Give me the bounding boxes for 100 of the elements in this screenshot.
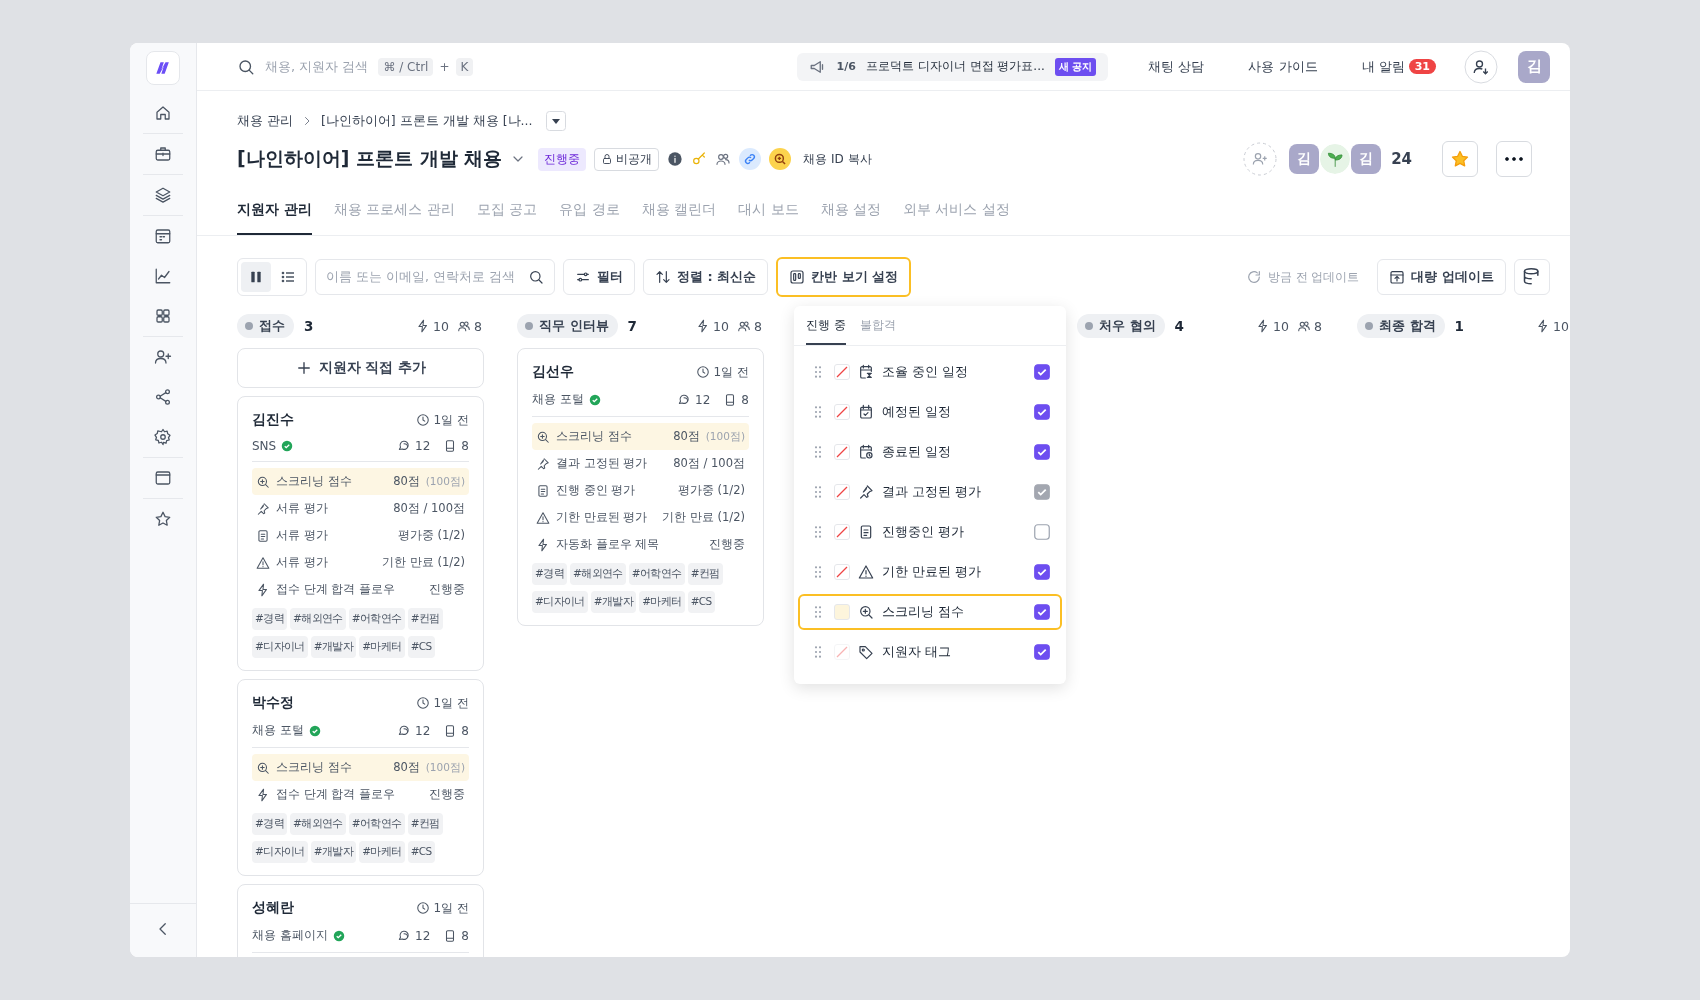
checkbox[interactable] (1034, 444, 1050, 460)
setting-row[interactable]: 진행중인 평가 (798, 514, 1062, 550)
tag-chip: #개발자 (590, 591, 637, 613)
tag-chip: #CS (407, 841, 435, 863)
checkbox[interactable] (1034, 564, 1050, 580)
bolt-icon (1536, 319, 1550, 333)
no-color-swatch[interactable] (834, 524, 850, 540)
filter-button[interactable]: 필터 (563, 259, 635, 295)
share-icon[interactable] (154, 388, 172, 406)
member-count: 24 (1391, 150, 1412, 168)
bulk-update-button[interactable]: 대량 업데이트 (1377, 259, 1506, 295)
applicant-card[interactable]: 박수정 1일 전 채용 포털 12 8 스크리닝 점수 80점 (100점) 접수 단계 합격 플로우 진행중 #경력 #해외연수 #어학연수 #컨펌 #디자이너 #개발자 #마케터 #CS (237, 679, 484, 876)
window-icon[interactable] (154, 469, 172, 487)
flow-count: 10 (713, 318, 729, 334)
people-count: 8 (1313, 318, 1322, 334)
setting-row[interactable]: 기한 만료된 평가 (798, 554, 1062, 590)
max-score: (100점) (425, 474, 465, 489)
info-icon[interactable] (667, 151, 684, 167)
add-applicant-button[interactable]: 지원자 직접 추가 (237, 348, 484, 388)
stage-label: 접수 (237, 314, 294, 338)
pin-icon (256, 501, 270, 516)
kanban-settings-button[interactable]: 칸반 보기 설정 (776, 257, 912, 297)
panel-tab[interactable]: 진행 중 (806, 306, 846, 345)
sort-button[interactable]: 정렬 : 최신순 (643, 259, 769, 295)
notice-banner[interactable]: 1/6 프로덕트 디자이너 면접 평가표... 새 공지 (796, 52, 1109, 81)
link-icon[interactable] (739, 148, 762, 170)
setting-row[interactable]: 조율 중인 일정 (798, 354, 1062, 390)
zoom-plus-icon[interactable] (769, 148, 792, 170)
briefcase-icon[interactable] (154, 145, 172, 163)
clock-icon (415, 901, 430, 915)
bolt-icon (256, 787, 270, 802)
calendar-icon[interactable] (154, 227, 172, 245)
setting-row[interactable]: 지원자 태그 (798, 634, 1062, 670)
no-color-swatch[interactable] (834, 644, 850, 660)
breadcrumb-link[interactable]: 채용 관리 (237, 112, 293, 130)
visibility-badge[interactable]: 비공개 (594, 147, 660, 171)
applicant-card[interactable]: 김진수 1일 전 SNS 12 8 스크리닝 점수 80점 (100점) 서류 평가 80점 / 100점 서류 평가 평가중 (1/2) 서류 평가 기한 만료 (1/2) 접수 단계 합격 플로우 진행중 #경력 #해외연수 #어학연수 #컨펌 #디자이너 #개발자 #마케터 #CS (237, 396, 484, 671)
document-count: 8 (461, 723, 469, 738)
sprout-avatar[interactable] (1320, 144, 1351, 174)
zoom-plus-icon (536, 429, 550, 444)
layers-icon[interactable] (154, 186, 172, 204)
tag-chip: #어학연수 (348, 813, 405, 835)
tag-chip: #개발자 (310, 636, 357, 658)
copy-id-link[interactable]: 채용 ID 복사 (803, 150, 872, 168)
calendar-clock-icon (858, 444, 874, 460)
no-color-swatch[interactable] (834, 364, 850, 380)
user-plus-icon[interactable] (154, 348, 172, 366)
no-color-swatch[interactable] (834, 404, 850, 420)
top-link[interactable]: 채팅 상담 (1148, 57, 1205, 76)
setting-row[interactable]: 종료된 일정 (798, 434, 1062, 470)
breadcrumb-link[interactable]: [나인하이어] 프론트 개발 채용 [나... (321, 112, 533, 130)
applicant-card[interactable]: 성혜란 1일 전 채용 홈페이지 12 8 (237, 884, 484, 957)
row-value: 진행중 (709, 537, 745, 552)
checkbox[interactable] (1034, 524, 1050, 540)
checkbox[interactable] (1034, 644, 1050, 660)
more-button[interactable] (1496, 141, 1532, 177)
tag-icon (858, 644, 874, 660)
settings-icon[interactable] (154, 428, 172, 446)
stage-label: 처우 협의 (1077, 314, 1165, 338)
checkbox[interactable] (1034, 364, 1050, 380)
setting-label: 스크리닝 점수 (882, 603, 966, 621)
tag-chip: #디자이너 (252, 636, 308, 658)
app-logo[interactable] (146, 51, 180, 85)
row-label: 스크리닝 점수 (276, 760, 353, 775)
kanban-view-icon[interactable] (241, 262, 271, 292)
no-color-swatch[interactable] (834, 564, 850, 580)
row-label: 결과 고정된 평가 (556, 456, 649, 471)
no-color-swatch[interactable] (834, 444, 850, 460)
user-download-icon[interactable] (1464, 49, 1498, 84)
applicant-name: 김진수 (252, 411, 294, 429)
document-icon (858, 524, 874, 540)
top-link[interactable]: 내 알림 (1361, 57, 1405, 76)
home-icon[interactable] (154, 104, 172, 122)
tag-chip: #해외연수 (290, 813, 346, 835)
highlighted-setting-row[interactable]: 스크리닝 점수 (798, 594, 1062, 630)
applicant-name: 성혜란 (252, 899, 294, 917)
grid-icon[interactable] (154, 307, 172, 325)
star-icon[interactable] (154, 510, 172, 528)
applicant-name: 박수정 (252, 694, 294, 712)
tab[interactable]: 지원자 관리 (237, 191, 312, 235)
applicant-card[interactable]: 김선우 1일 전 채용 포털 12 8 스크리닝 점수 80점 (100점) 결과 고정된 평가 80점 / 100점 진행 중인 평가 평가중 (1/2) 기한 만료된 평가 기한 만료 (1/2) 자동화 플로우 제목 진행중 #경력 #해외연수 #어학연수 #컨펌 #디자이너 #개발자 #마케터 #CS (517, 348, 764, 626)
database-add-button[interactable] (1514, 259, 1550, 295)
people-count: 8 (473, 318, 482, 334)
checkbox[interactable] (1034, 604, 1050, 620)
dropdown-button[interactable] (546, 111, 567, 131)
shortcut-key: ⌘ / Ctrl (378, 57, 434, 76)
users-icon[interactable] (715, 151, 732, 167)
checkbox[interactable] (1034, 404, 1050, 420)
setting-row[interactable]: 예정된 일정 (798, 394, 1062, 430)
color-swatch[interactable] (834, 604, 850, 620)
row-value: 80점 / 100점 (393, 501, 465, 516)
comment-count: 12 (695, 392, 711, 407)
more-icon (1505, 157, 1523, 161)
tag-chip: #CS (407, 636, 435, 658)
row-label: 서류 평가 (276, 528, 329, 543)
search-icon[interactable] (237, 57, 255, 76)
top-link[interactable]: 사용 가이드 (1248, 57, 1318, 76)
row-value: 80점 (393, 760, 420, 775)
setting-label: 종료된 일정 (882, 443, 953, 461)
line-chart-icon[interactable] (154, 267, 172, 285)
